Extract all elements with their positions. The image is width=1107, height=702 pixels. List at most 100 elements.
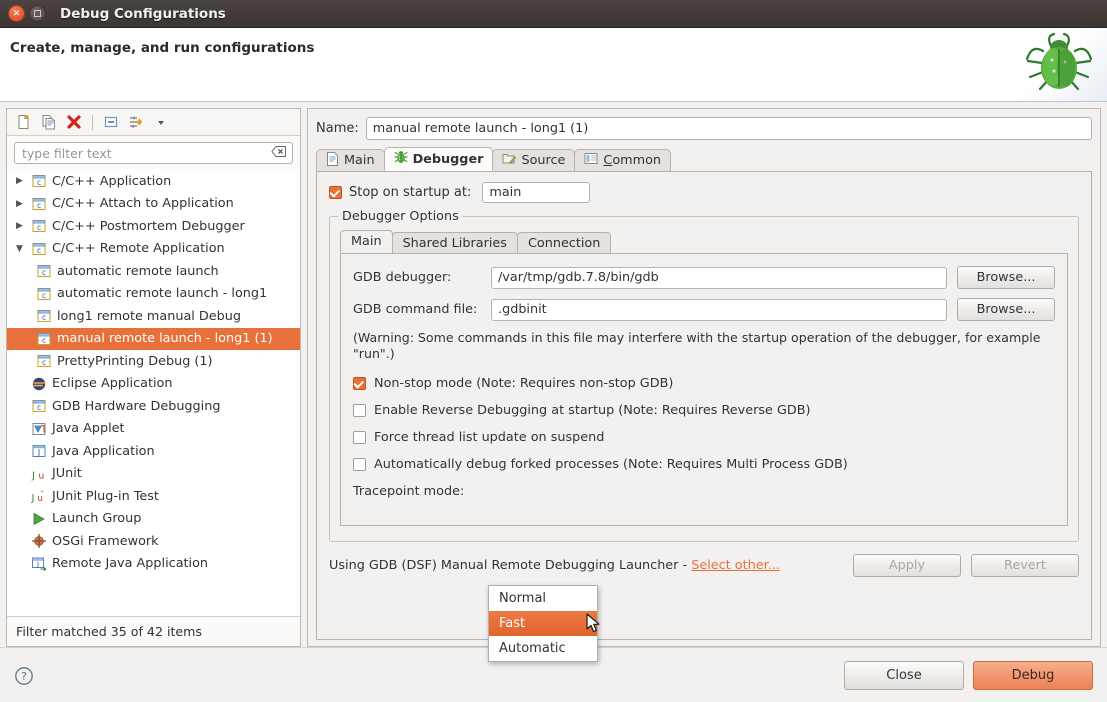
search-input[interactable]: type filter text: [14, 142, 293, 164]
svg-text:c: c: [42, 358, 46, 367]
debug-button[interactable]: Debug: [973, 661, 1093, 690]
c-app-icon: c: [36, 353, 52, 369]
tree-item-label: Java Application: [52, 443, 155, 459]
inner-tab-connection[interactable]: Connection: [516, 232, 612, 253]
tree-item[interactable]: Java Applet: [7, 418, 300, 441]
mouse-cursor-icon: [586, 613, 602, 639]
force-thread-update-checkbox[interactable]: [353, 431, 366, 444]
svg-text:c: c: [37, 246, 41, 255]
filter-icon[interactable]: [127, 113, 145, 131]
tree-item[interactable]: c automatic remote launch - long1: [7, 283, 300, 306]
apply-label: Apply: [888, 557, 926, 573]
tree-item[interactable]: J Remote Java Application: [7, 553, 300, 576]
tracepoint-mode-label: Tracepoint mode:: [353, 484, 465, 499]
name-label: Name:: [316, 121, 359, 136]
chevron-down-icon[interactable]: [152, 113, 170, 131]
svg-text:u: u: [38, 494, 43, 504]
reverse-debugging-checkbox[interactable]: [353, 404, 366, 417]
gdb-command-file-row: GDB command file: .gdbinit Browse...: [353, 298, 1055, 321]
gdb-command-file-input[interactable]: .gdbinit: [491, 298, 947, 321]
filter-row: type filter text: [7, 136, 300, 169]
svg-text:c: c: [42, 268, 46, 277]
tree-item[interactable]: c manual remote launch - long1 (1): [7, 327, 300, 350]
close-button[interactable]: Close: [844, 661, 964, 690]
tree-item[interactable]: ▼ c C/C++ Remote Application: [7, 238, 300, 261]
tree-item[interactable]: OSGi Framework: [7, 530, 300, 553]
c-app-icon: c: [36, 286, 52, 302]
tree-item[interactable]: Ju JUnit: [7, 463, 300, 486]
name-input[interactable]: manual remote launch - long1 (1): [365, 117, 1092, 140]
launcher-prefix: Using GDB (DSF) Manual Remote Debugging …: [329, 557, 692, 573]
svg-text:J: J: [31, 493, 34, 504]
junit-plugin-icon: Ju: [31, 488, 47, 504]
tree-item[interactable]: ▶ c C/C++ Postmortem Debugger: [7, 215, 300, 238]
auto-debug-forked-label: Automatically debug forked processes (No…: [374, 457, 848, 472]
c-app-icon: c: [31, 398, 47, 414]
svg-text:c: c: [37, 223, 41, 232]
gdb-debugger-browse-button[interactable]: Browse...: [957, 266, 1055, 289]
svg-text:c: c: [42, 336, 46, 345]
gdb-command-file-browse-button[interactable]: Browse...: [957, 298, 1055, 321]
non-stop-mode-checkbox[interactable]: [353, 377, 366, 390]
delete-configuration-icon[interactable]: [65, 113, 83, 131]
clear-icon[interactable]: [271, 145, 287, 162]
tab-common[interactable]: Common: [574, 149, 672, 171]
help-icon[interactable]: ?: [14, 666, 34, 686]
tree-item[interactable]: Launch Group: [7, 508, 300, 531]
apply-button[interactable]: Apply: [853, 553, 961, 577]
collapse-arrow-icon[interactable]: ▼: [13, 244, 26, 254]
tracepoint-option-fast-label: Fast: [499, 616, 526, 631]
tree-item-label: JUnit: [52, 466, 82, 482]
gdb-debugger-value: /var/tmp/gdb.7.8/bin/gdb: [498, 270, 659, 285]
tracepoint-mode-dropdown[interactable]: Normal Fast Automatic: [488, 585, 598, 662]
tab-debugger[interactable]: Debugger: [383, 147, 494, 171]
configurations-tree[interactable]: ▶ c C/C++ Application ▶ c C/C++ Attach to App…: [7, 169, 300, 616]
expand-arrow-icon[interactable]: ▶: [13, 176, 26, 186]
tree-item[interactable]: c long1 remote manual Debug: [7, 305, 300, 328]
tracepoint-option-automatic[interactable]: Automatic: [489, 636, 597, 661]
tree-item-label: C/C++ Postmortem Debugger: [52, 218, 245, 234]
page-title: Create, manage, and run configurations: [10, 40, 315, 56]
inner-tab-main[interactable]: Main: [340, 230, 393, 253]
tab-source[interactable]: Source: [492, 149, 576, 171]
revert-label: Revert: [1004, 557, 1046, 573]
tree-item[interactable]: c PrettyPrinting Debug (1): [7, 350, 300, 373]
tree-item[interactable]: ▶ c C/C++ Attach to Application: [7, 193, 300, 216]
expand-arrow-icon[interactable]: ▶: [13, 221, 26, 231]
tab-debugger-label: Debugger: [412, 151, 484, 167]
tree-item[interactable]: Ju JUnit Plug-in Test: [7, 485, 300, 508]
close-icon[interactable]: ✕: [8, 5, 25, 22]
tab-main[interactable]: Main: [316, 149, 385, 171]
maximize-icon[interactable]: [29, 5, 46, 22]
window-title: Debug Configurations: [60, 5, 226, 22]
window-titlebar: ✕ Debug Configurations: [0, 0, 1107, 28]
tree-item-label: Remote Java Application: [52, 556, 209, 572]
stop-on-startup-input[interactable]: main: [482, 182, 591, 203]
stop-on-startup-row: Stop on startup at: main: [329, 182, 1079, 203]
tree-item[interactable]: Eclipse Application: [7, 373, 300, 396]
inner-tab-main-label: Main: [351, 234, 382, 249]
tree-item-label: GDB Hardware Debugging: [52, 398, 221, 414]
tree-item[interactable]: ▶ c C/C++ Application: [7, 170, 300, 193]
revert-button[interactable]: Revert: [971, 553, 1079, 577]
stop-on-startup-checkbox[interactable]: [329, 186, 342, 199]
tracepoint-option-fast[interactable]: Fast: [489, 611, 597, 636]
tree-item[interactable]: c automatic remote launch: [7, 260, 300, 283]
new-configuration-icon[interactable]: [15, 113, 33, 131]
inner-tab-shared-libraries[interactable]: Shared Libraries: [391, 232, 518, 253]
tracepoint-option-normal[interactable]: Normal: [489, 586, 597, 611]
tree-item[interactable]: c GDB Hardware Debugging: [7, 395, 300, 418]
reverse-debugging-row: Enable Reverse Debugging at startup (Not…: [353, 397, 1055, 424]
tree-item[interactable]: J Java Application: [7, 440, 300, 463]
gdb-debugger-browse-label: Browse...: [976, 270, 1036, 285]
junit-icon: Ju: [31, 466, 47, 482]
dialog-body: type filter text ▶ c C/C++ Application ▶ c C/…: [0, 102, 1107, 662]
collapse-all-icon[interactable]: [102, 113, 120, 131]
gdb-debugger-input[interactable]: /var/tmp/gdb.7.8/bin/gdb: [491, 266, 947, 289]
duplicate-configuration-icon[interactable]: [40, 113, 58, 131]
launcher-info: Using GDB (DSF) Manual Remote Debugging …: [329, 558, 843, 573]
auto-debug-forked-checkbox[interactable]: [353, 458, 366, 471]
select-other-link[interactable]: Select other...: [691, 558, 780, 573]
expand-arrow-icon[interactable]: ▶: [13, 199, 26, 209]
dialog-banner: Create, manage, and run configurations: [0, 28, 1107, 102]
